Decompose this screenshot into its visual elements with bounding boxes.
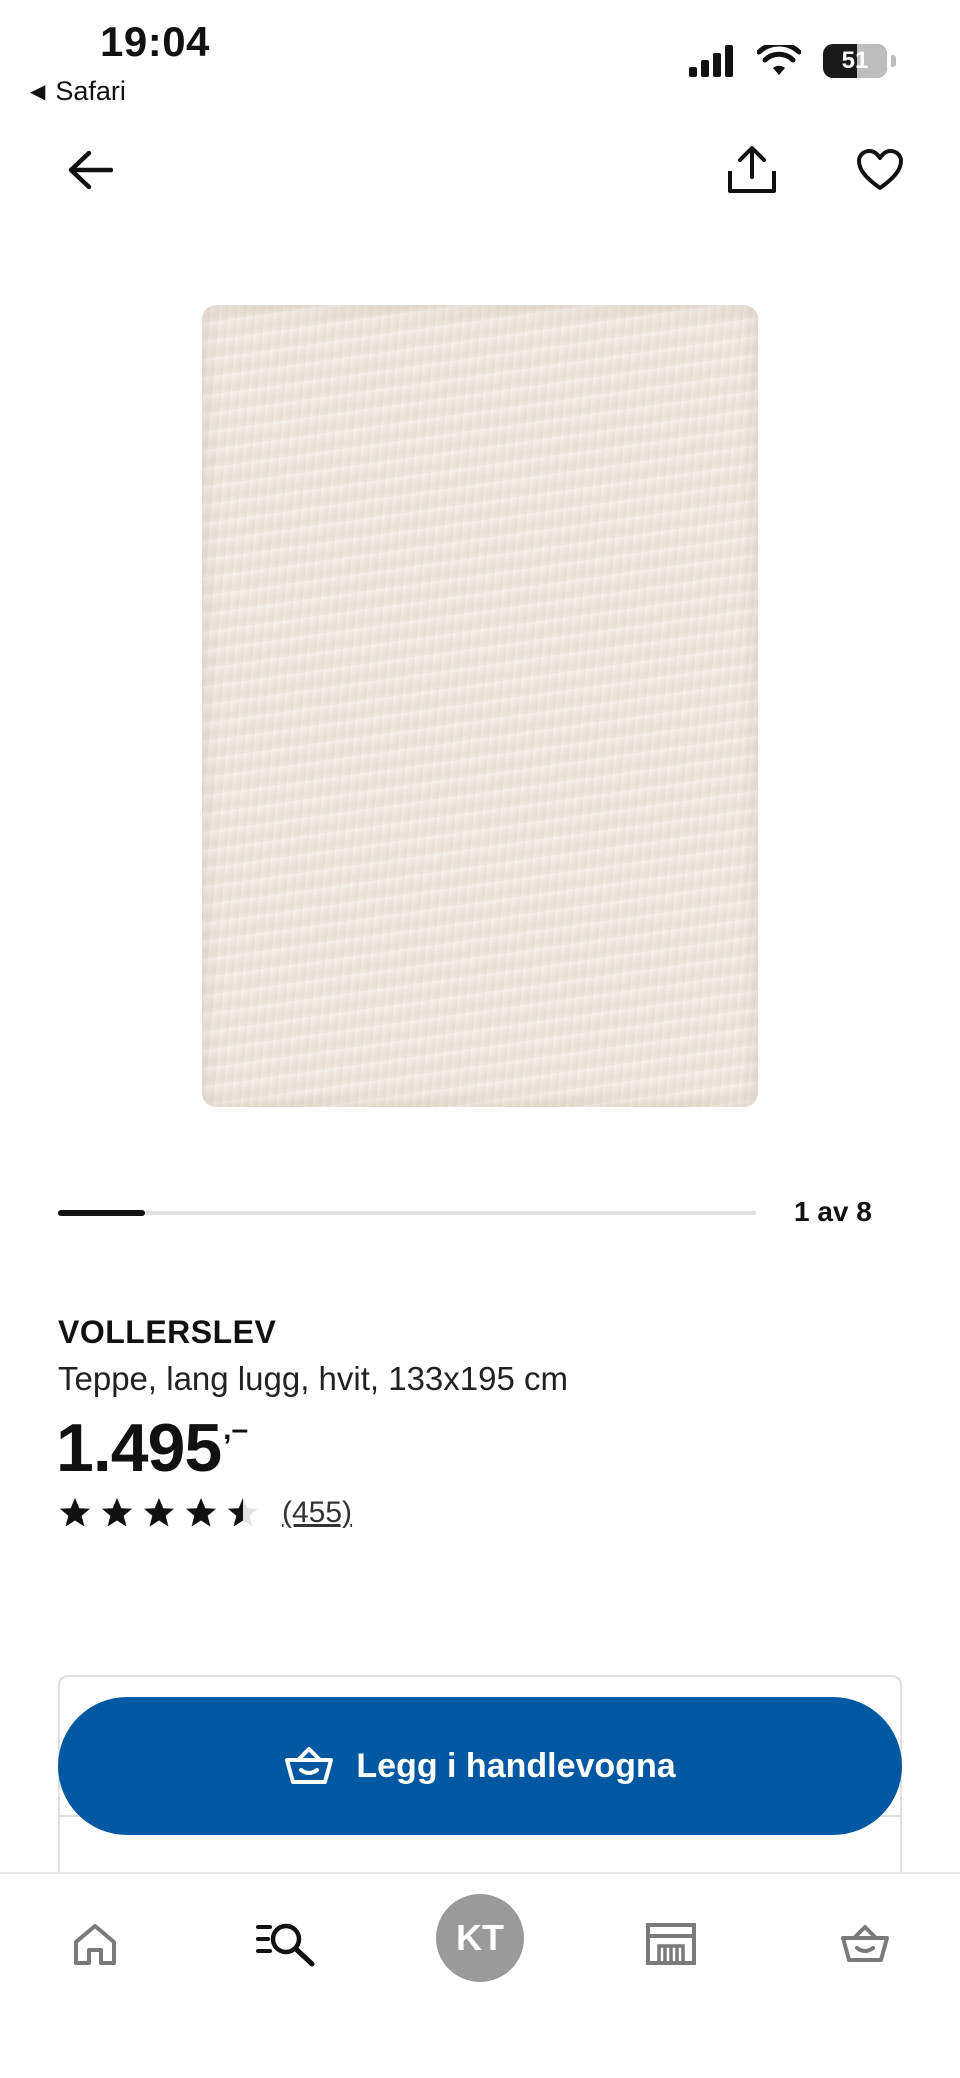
gallery-position-label: 1 av 8 bbox=[794, 1196, 872, 1227]
rating-stars bbox=[58, 1496, 260, 1530]
arrow-left-icon bbox=[68, 150, 113, 190]
price-suffix: ,– bbox=[223, 1413, 249, 1446]
search-list-icon bbox=[256, 1923, 315, 1967]
share-button[interactable] bbox=[722, 140, 782, 200]
status-time: 19:04 bbox=[100, 18, 210, 65]
tab-cart[interactable] bbox=[825, 1904, 905, 1984]
favorite-button[interactable] bbox=[850, 140, 910, 200]
gallery-progress-fill bbox=[58, 1210, 146, 1216]
star-icon bbox=[186, 1498, 216, 1527]
basket-icon bbox=[841, 1925, 889, 1962]
product-name: VOLLERSLEV bbox=[58, 1314, 277, 1350]
back-triangle-icon: ◀ bbox=[30, 81, 46, 103]
gallery-progress-track bbox=[58, 1210, 756, 1216]
status-icons: 51 bbox=[689, 44, 896, 78]
star-icon bbox=[144, 1498, 174, 1527]
battery-nub bbox=[891, 55, 896, 67]
wifi-icon bbox=[757, 45, 801, 75]
basket-icon bbox=[285, 1747, 334, 1784]
star-icon bbox=[102, 1498, 132, 1527]
bottom-tab-bar: KT bbox=[0, 1872, 960, 2078]
add-to-cart-button[interactable]: Legg i handlevogna bbox=[58, 1697, 902, 1835]
add-to-cart-label: Legg i handlevogna bbox=[356, 1746, 676, 1785]
tab-stores[interactable] bbox=[631, 1904, 711, 1984]
battery-indicator: 51 bbox=[823, 44, 887, 78]
tab-search[interactable] bbox=[246, 1904, 326, 1984]
product-rating[interactable]: (455) bbox=[58, 1496, 352, 1530]
back-to-safari[interactable]: ◀ Safari bbox=[30, 76, 126, 107]
share-icon bbox=[728, 146, 776, 193]
battery-level: 51 bbox=[841, 47, 869, 74]
store-icon bbox=[646, 1923, 696, 1965]
star-icon bbox=[60, 1498, 90, 1527]
tab-profile-avatar[interactable]: KT bbox=[436, 1894, 524, 1982]
back-app-label: Safari bbox=[55, 76, 126, 106]
tab-home[interactable] bbox=[55, 1904, 135, 1984]
review-count-link[interactable]: (455) bbox=[282, 1496, 352, 1530]
product-description: Teppe, lang lugg, hvit, 133x195 cm bbox=[58, 1360, 569, 1397]
product-price: 1.495 ,– bbox=[56, 1408, 248, 1488]
product-image[interactable] bbox=[202, 305, 758, 1107]
heart-icon bbox=[857, 149, 903, 190]
price-main: 1.495 bbox=[56, 1410, 222, 1486]
home-icon bbox=[74, 1924, 116, 1965]
star-icon bbox=[228, 1498, 258, 1527]
cellular-signal-icon bbox=[689, 45, 733, 77]
status-bar: 19:04 ◀ Safari 51 bbox=[0, 0, 960, 120]
back-button[interactable] bbox=[60, 140, 120, 200]
